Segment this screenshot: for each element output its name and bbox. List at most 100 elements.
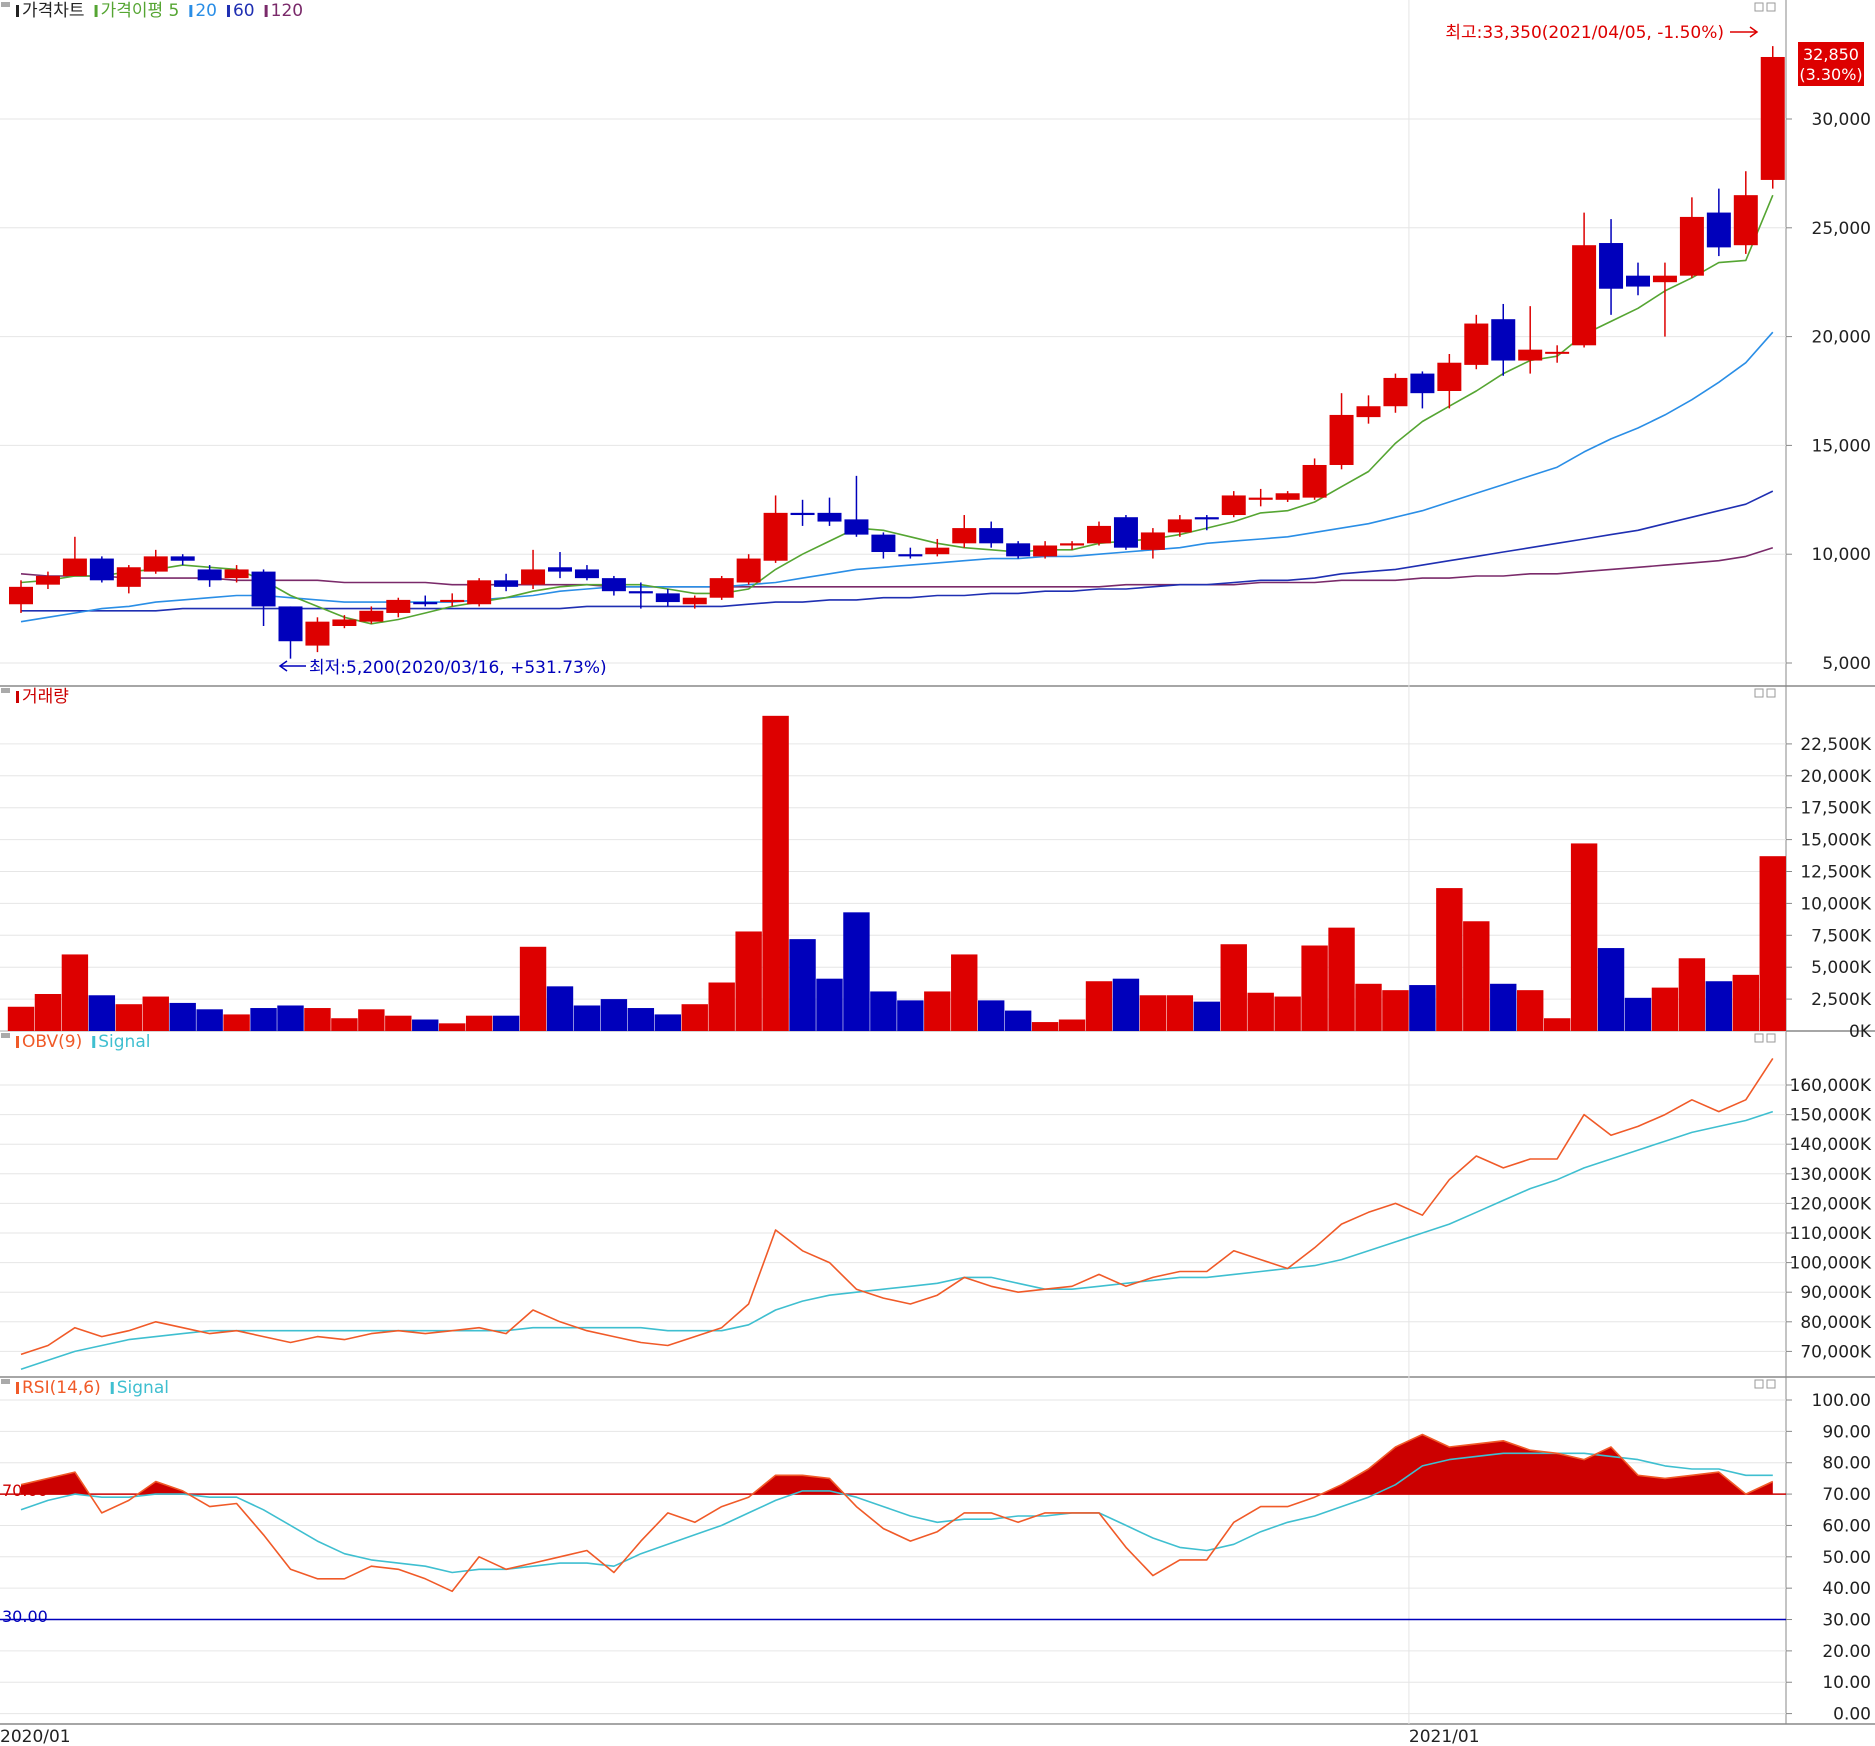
candle-body-3 [89,558,114,581]
price-panel-handle [1,2,10,7]
rsi-tick-label-5: 50.00 [1822,1548,1871,1568]
price-tick-label-3: 15,000 [1812,436,1871,456]
rsi-close-icon [1766,1379,1776,1389]
obv-tick-label-5: 110,000K [1790,1224,1872,1244]
candle-body-56 [1518,349,1543,361]
candle-body-21 [574,569,599,579]
volume-bar-3 [88,995,116,1031]
obv-tick-label-6: 100,000K [1790,1254,1872,1274]
volume-tick-label-0: 22,500K [1800,735,1871,755]
volume-bar-61 [1651,987,1679,1031]
obv-minimize-icon [1754,1033,1764,1043]
volume-bar-7 [196,1009,223,1031]
candle-body-54 [1464,323,1489,365]
price-tick-label-2: 20,000 [1812,328,1871,348]
volume-bar-28 [762,715,789,1031]
candle-body-65 [1760,56,1785,180]
rsi-lower-label: 30.00 [2,1607,48,1626]
volume-bar-43 [1166,995,1194,1031]
rsi-legend-label-0: RSI(14,6) [22,1378,101,1398]
candle-body-25 [682,597,707,605]
candle-body-43 [1167,519,1192,533]
candle-body-53 [1437,362,1462,391]
price-legend-label-1: 가격이평 5 [101,1,180,21]
volume-tick-label-3: 15,000K [1800,831,1871,851]
volume-bar-10 [277,1005,304,1031]
candle-body-27 [736,558,761,583]
volume-bar-42 [1139,995,1167,1031]
obv-legend-label-1: Signal [98,1032,150,1052]
volume-bar-34 [924,991,951,1031]
volume-bar-57 [1543,1018,1571,1031]
candle-body-35 [952,528,977,544]
volume-bar-53 [1436,888,1463,1031]
rsi-tick-label-9: 10.00 [1822,1673,1871,1693]
rsi-tick-label-7: 30.00 [1822,1611,1871,1631]
candle-body-34 [925,547,950,555]
high-price-label: 최고:33,350(2021/04/05, -1.50%) [1445,23,1724,43]
price-legend-label-0: 가격차트 [22,1,85,21]
candle-body-15 [413,602,438,605]
rsi-legend-marker-0 [16,1382,19,1394]
volume-bar-36 [978,1000,1005,1031]
volume-bar-29 [789,939,816,1031]
candle-body-29 [790,512,815,516]
volume-minimize-icon [1754,688,1764,698]
volume-bar-22 [600,999,628,1031]
candle-body-40 [1087,525,1111,544]
candle-body-28 [763,512,788,561]
candle-body-59 [1599,243,1624,289]
volume-bar-32 [870,991,897,1031]
candle-body-13 [359,610,384,622]
price-minimize-icon [1754,2,1764,12]
volume-bar-25 [681,1004,708,1031]
candle-body-61 [1652,275,1677,283]
candle-body-9 [251,571,276,607]
candle-body-6 [170,556,195,561]
rsi-tick-label-4: 60.00 [1822,1516,1871,1536]
price-legend-marker-1 [94,5,98,17]
rsi-minimize-icon [1754,1379,1764,1389]
candle-body-37 [1006,543,1031,557]
candle-body-44 [1194,517,1219,520]
candle-body-48 [1302,464,1327,498]
obv-tick-label-8: 80,000K [1800,1313,1871,1333]
candle-body-17 [467,580,492,605]
volume-bar-19 [519,946,547,1031]
candle-body-14 [386,599,411,613]
candle-body-41 [1113,517,1138,548]
candle-body-22 [601,578,626,592]
obv-tick-label-7: 90,000K [1800,1283,1871,1303]
candle-body-38 [1033,545,1058,557]
x-axis-label-0: 2020/01 [0,1727,71,1746]
candle-body-20 [548,567,572,572]
volume-close-icon [1766,688,1776,698]
candle-body-62 [1679,216,1704,276]
volume-bar-23 [627,1008,655,1031]
volume-bar-40 [1085,981,1113,1031]
volume-bar-20 [546,986,574,1031]
price-legend-marker-2 [189,5,193,17]
volume-bar-49 [1328,927,1355,1031]
obv-legend-marker-1 [92,1036,96,1048]
rsi-tick-label-8: 20.00 [1822,1642,1871,1662]
candle-body-51 [1383,377,1408,407]
volume-tick-label-1: 20,000K [1800,767,1871,787]
volume-bar-64 [1732,974,1759,1031]
rsi-tick-label-1: 90.00 [1822,1422,1871,1442]
candle-body-31 [844,519,869,535]
candle-body-10 [278,606,303,642]
candle-body-33 [898,554,923,557]
volume-bar-52 [1409,985,1436,1031]
volume-bar-26 [708,982,735,1031]
price-close-icon [1766,2,1776,12]
volume-bar-17 [465,1015,493,1031]
candle-body-55 [1491,319,1516,361]
candle-body-11 [305,621,330,646]
candle-body-16 [440,599,465,603]
volume-tick-label-5: 10,000K [1800,894,1871,914]
rsi-legend-label-1: Signal [117,1378,169,1398]
candle-body-50 [1356,406,1381,418]
x-axis-label-1: 2021/01 [1409,1727,1480,1746]
volume-bar-14 [385,1015,412,1031]
